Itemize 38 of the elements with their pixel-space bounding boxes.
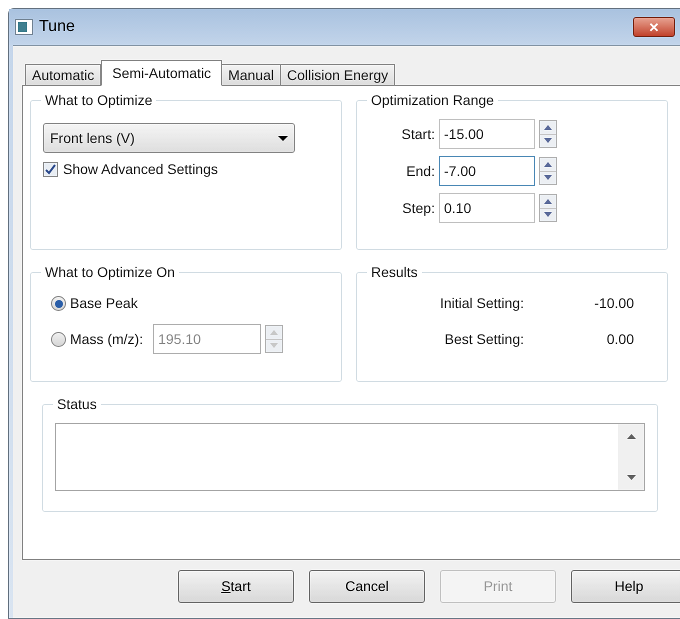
group-title: Optimization Range: [370, 91, 495, 110]
tab[interactable]: Collision Energy: [280, 64, 396, 85]
radio-button[interactable]: [51, 296, 66, 311]
group-title: Status: [56, 395, 98, 414]
dialog-button[interactable]: Start: [178, 570, 294, 603]
result-value: 0.00: [606, 330, 634, 349]
radio-button[interactable]: [51, 332, 66, 346]
number-field[interactable]: -7.00: [439, 156, 535, 186]
dropdown[interactable]: Front lens (V): [43, 123, 295, 153]
field-label: Step:: [401, 198, 436, 218]
dialog-button[interactable]: Help: [571, 570, 680, 603]
scroll-down-icon[interactable]: [626, 475, 636, 480]
group-title: What to Optimize: [44, 91, 154, 110]
field-label: End:: [405, 162, 436, 180]
result-value: -10.00: [593, 294, 634, 313]
number-field[interactable]: 0.10: [439, 193, 535, 223]
tab[interactable]: Automatic: [25, 64, 102, 85]
radio-label: Base Peak: [70, 294, 138, 313]
dialog-button[interactable]: Cancel: [309, 570, 425, 603]
checkbox[interactable]: [43, 162, 58, 177]
radio-label: Mass (m/z):: [70, 330, 144, 349]
caret-icon: [278, 136, 288, 140]
result-label: Initial Setting:: [438, 294, 524, 313]
spin-buttons[interactable]: [539, 157, 557, 185]
spin-buttons[interactable]: [539, 120, 557, 148]
result-label: Best Setting:: [444, 330, 524, 349]
app-icon: [15, 19, 33, 35]
field-label: Start:: [400, 124, 436, 144]
scrollbar[interactable]: [618, 424, 644, 490]
window-title: Tune: [39, 17, 75, 37]
number-field[interactable]: -15.00: [439, 119, 535, 149]
group-title: Results: [370, 263, 419, 282]
tab[interactable]: Semi-Automatic: [101, 60, 222, 86]
checkbox-label: Show Advanced Settings: [63, 160, 218, 179]
tab[interactable]: Manual: [221, 64, 281, 85]
scroll-up-icon[interactable]: [626, 434, 636, 439]
group-title: What to Optimize On: [44, 263, 176, 282]
spin-buttons[interactable]: [539, 194, 557, 222]
